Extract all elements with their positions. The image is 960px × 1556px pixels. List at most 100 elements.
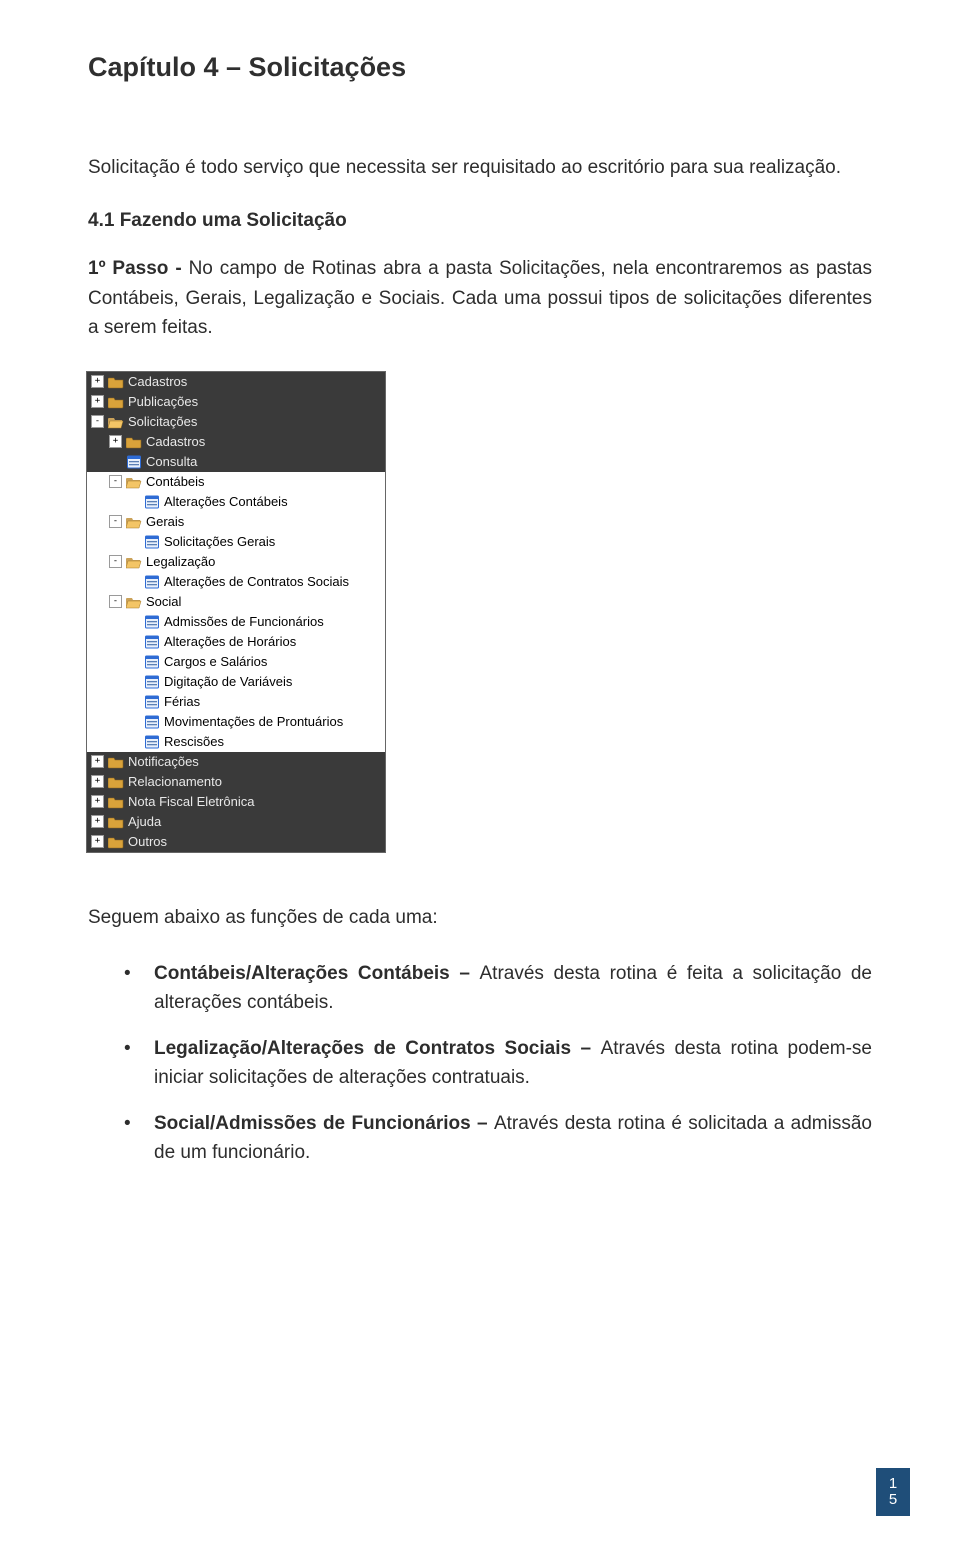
form-icon xyxy=(126,455,142,469)
tree-row[interactable]: Alterações Contábeis xyxy=(87,492,385,512)
collapse-icon[interactable]: - xyxy=(91,415,104,428)
form-icon xyxy=(144,675,160,689)
tree-row[interactable]: - Legalização xyxy=(87,552,385,572)
tree-item-label: Publicações xyxy=(128,394,198,409)
tree-toggle-spacer xyxy=(127,696,140,707)
expand-icon[interactable]: + xyxy=(91,815,104,828)
tree-row[interactable]: +Outros xyxy=(87,832,385,852)
tree-row[interactable]: Cargos e Salários xyxy=(87,652,385,672)
collapse-icon[interactable]: - xyxy=(109,555,122,568)
tree-item-label: Relacionamento xyxy=(128,774,222,789)
tree-row[interactable]: Alterações de Horários xyxy=(87,632,385,652)
tree-row[interactable]: +Notificações xyxy=(87,752,385,772)
tree-row[interactable]: + Nota Fiscal Eletrônica xyxy=(87,792,385,812)
tree-indent xyxy=(87,661,127,662)
tree-toggle-spacer xyxy=(127,576,140,587)
step-text: No campo de Rotinas abra a pasta Solicit… xyxy=(88,258,872,338)
expand-icon[interactable]: + xyxy=(91,755,104,768)
folder-closed-icon xyxy=(126,435,142,449)
tree-row[interactable]: + Ajuda xyxy=(87,812,385,832)
tree-indent xyxy=(87,581,127,582)
form-icon xyxy=(144,735,160,749)
collapse-icon[interactable]: - xyxy=(109,515,122,528)
navigation-tree: +Cadastros+Publicações-Solicitações+Cada… xyxy=(86,371,386,853)
tree-row[interactable]: Movimentações de Prontuários xyxy=(87,712,385,732)
collapse-icon[interactable]: - xyxy=(109,595,122,608)
navigation-tree-screenshot: +Cadastros+Publicações-Solicitações+Cada… xyxy=(86,371,872,853)
tree-row[interactable]: - Gerais xyxy=(87,512,385,532)
tree-item-label: Consulta xyxy=(146,454,197,469)
tree-row[interactable]: Alterações de Contratos Sociais xyxy=(87,572,385,592)
functions-lead: Seguem abaixo as funções de cada uma: xyxy=(88,903,872,932)
tree-item-label: Admissões de Funcionários xyxy=(164,614,324,629)
step-1-paragraph: 1º Passo - No campo de Rotinas abra a pa… xyxy=(88,254,872,342)
tree-item-label: Ajuda xyxy=(128,814,161,829)
tree-indent xyxy=(87,481,109,482)
tree-indent xyxy=(87,641,127,642)
folder-closed-icon xyxy=(108,815,124,829)
tree-item-label: Legalização xyxy=(146,554,215,569)
tree-toggle-spacer xyxy=(127,636,140,647)
form-icon xyxy=(144,695,160,709)
form-icon xyxy=(144,535,160,549)
page-number-badge: 1 5 xyxy=(876,1468,910,1516)
list-item-title: Social/Admissões de Funcionários – xyxy=(154,1113,494,1134)
list-item-title: Legalização/Alterações de Contratos Soci… xyxy=(154,1038,601,1059)
tree-item-label: Solicitações Gerais xyxy=(164,534,275,549)
step-label: 1º Passo - xyxy=(88,258,189,279)
page-number-top: 1 xyxy=(889,1476,897,1492)
tree-row[interactable]: Digitação de Variáveis xyxy=(87,672,385,692)
tree-toggle-spacer xyxy=(127,716,140,727)
form-icon xyxy=(144,655,160,669)
form-icon xyxy=(144,615,160,629)
tree-item-label: Cargos e Salários xyxy=(164,654,267,669)
folder-closed-icon xyxy=(108,795,124,809)
tree-item-label: Nota Fiscal Eletrônica xyxy=(128,794,254,809)
form-icon xyxy=(144,575,160,589)
tree-row[interactable]: -Social xyxy=(87,592,385,612)
folder-open-icon xyxy=(126,475,142,489)
tree-row[interactable]: + Cadastros xyxy=(87,372,385,392)
tree-item-label: Cadastros xyxy=(128,374,187,389)
tree-indent xyxy=(87,541,127,542)
tree-row[interactable]: +Cadastros xyxy=(87,432,385,452)
tree-toggle-spacer xyxy=(109,456,122,467)
tree-item-label: Férias xyxy=(164,694,200,709)
expand-icon[interactable]: + xyxy=(91,395,104,408)
tree-row[interactable]: Rescisões xyxy=(87,732,385,752)
tree-row[interactable]: Consulta xyxy=(87,452,385,472)
tree-row[interactable]: + Relacionamento xyxy=(87,772,385,792)
list-item: Social/Admissões de Funcionários – Atrav… xyxy=(124,1110,872,1167)
tree-indent xyxy=(87,681,127,682)
tree-toggle-spacer xyxy=(127,676,140,687)
tree-item-label: Alterações Contábeis xyxy=(164,494,288,509)
expand-icon[interactable]: + xyxy=(91,795,104,808)
tree-indent xyxy=(87,521,109,522)
tree-row[interactable]: Solicitações Gerais xyxy=(87,532,385,552)
tree-indent xyxy=(87,601,109,602)
tree-indent xyxy=(87,701,127,702)
list-item-title: Contábeis/Alterações Contábeis – xyxy=(154,963,480,984)
tree-row[interactable]: + Publicações xyxy=(87,392,385,412)
tree-row[interactable]: Admissões de Funcionários xyxy=(87,612,385,632)
expand-icon[interactable]: + xyxy=(91,375,104,388)
form-icon xyxy=(144,635,160,649)
tree-row[interactable]: - Solicitações xyxy=(87,412,385,432)
tree-row[interactable]: -Contábeis xyxy=(87,472,385,492)
list-item: Legalização/Alterações de Contratos Soci… xyxy=(124,1035,872,1092)
tree-item-label: Gerais xyxy=(146,514,184,529)
tree-row[interactable]: Férias xyxy=(87,692,385,712)
list-item: Contábeis/Alterações Contábeis – Através… xyxy=(124,960,872,1017)
folder-closed-icon xyxy=(108,395,124,409)
folder-open-icon xyxy=(126,515,142,529)
expand-icon[interactable]: + xyxy=(109,435,122,448)
tree-item-label: Movimentações de Prontuários xyxy=(164,714,343,729)
tree-indent xyxy=(87,561,109,562)
expand-icon[interactable]: + xyxy=(91,775,104,788)
expand-icon[interactable]: + xyxy=(91,835,104,848)
folder-open-icon xyxy=(108,415,124,429)
folder-closed-icon xyxy=(108,775,124,789)
tree-item-label: Rescisões xyxy=(164,734,224,749)
collapse-icon[interactable]: - xyxy=(109,475,122,488)
tree-item-label: Solicitações xyxy=(128,414,197,429)
